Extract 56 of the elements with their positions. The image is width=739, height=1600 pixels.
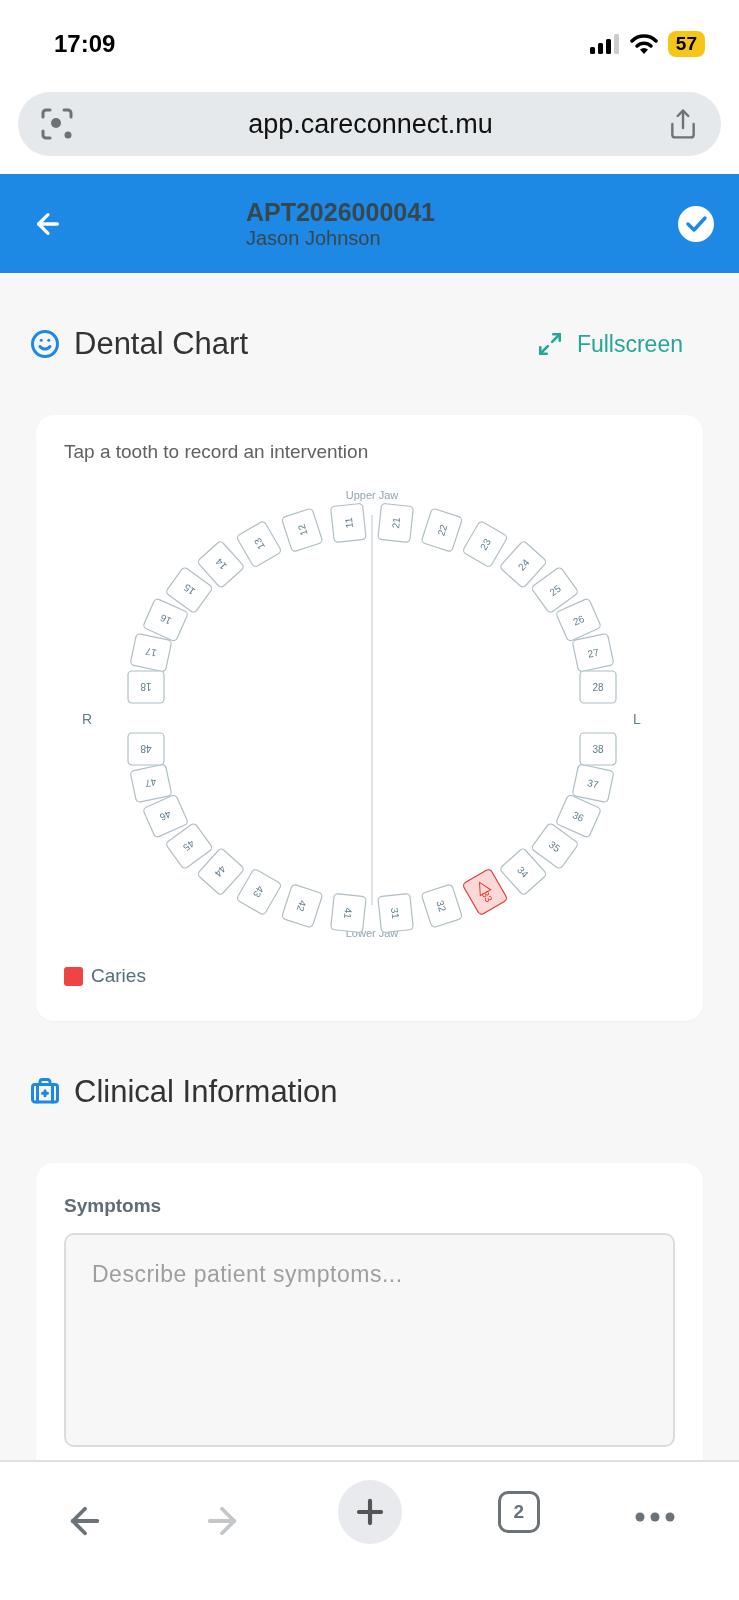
tooth-button[interactable]: 13 <box>235 519 283 569</box>
tab-count-button[interactable]: 2 <box>497 1491 540 1533</box>
tooth-button[interactable]: 11 <box>329 502 367 544</box>
tooth-button[interactable]: 33 <box>461 867 509 917</box>
medical-kit-icon <box>30 1077 60 1107</box>
signal-icon <box>589 34 620 54</box>
status-time: 17:09 <box>54 30 116 58</box>
tooth-button[interactable]: 24 <box>498 539 548 590</box>
tooth-button[interactable]: 28 <box>579 670 617 704</box>
field-label: Symptoms <box>64 1195 163 1217</box>
chart-hint: Tap a tooth to record an intervention <box>64 441 370 463</box>
expand-icon <box>536 331 563 357</box>
tooth-button[interactable]: 26 <box>554 597 602 643</box>
tooth-button[interactable]: 17 <box>129 632 173 673</box>
tooth-button[interactable]: 21 <box>377 502 415 544</box>
tooth-button[interactable]: 15 <box>164 565 214 615</box>
tooth-button[interactable]: 45 <box>164 821 214 871</box>
tooth-button[interactable]: 37 <box>571 763 615 804</box>
section-title: Dental Chart <box>74 326 249 362</box>
tooth-button[interactable]: 18 <box>127 670 165 704</box>
tooth-button[interactable]: 36 <box>554 793 602 839</box>
section-title: Clinical Information <box>74 1074 338 1110</box>
left-side-label: L <box>633 711 641 727</box>
confirm-button[interactable] <box>677 204 715 243</box>
tooth-button[interactable]: 22 <box>420 507 464 553</box>
tooth-button[interactable]: 32 <box>420 883 464 929</box>
address-bar[interactable]: app.careconnect.mu <box>18 92 721 156</box>
upper-jaw-label: Upper Jaw <box>345 489 399 501</box>
tooth-button[interactable]: 23 <box>461 519 509 569</box>
tooth-button[interactable]: 47 <box>129 763 173 804</box>
smiley-icon <box>30 329 60 359</box>
tooth-button[interactable]: 12 <box>280 507 324 553</box>
right-side-label: R <box>81 711 93 727</box>
tooth-button[interactable]: 44 <box>196 846 246 897</box>
symptoms-field[interactable]: Describe patient symptoms... <box>64 1233 675 1447</box>
patient-name: Jason Johnson <box>245 226 381 250</box>
tooth-button[interactable]: 14 <box>196 539 246 590</box>
tooth-button[interactable]: 46 <box>142 793 190 839</box>
url-text: app.careconnect.mu <box>248 108 493 140</box>
tooth-button[interactable]: 16 <box>142 597 190 643</box>
tooth-button[interactable]: 48 <box>127 732 165 766</box>
tooth-button[interactable]: 34 <box>498 846 548 897</box>
tooth-button[interactable]: 42 <box>280 883 324 929</box>
legend-label: Caries <box>91 965 146 987</box>
tooth-button[interactable]: 43 <box>235 867 283 917</box>
tooth-button[interactable]: 25 <box>530 565 580 615</box>
camera-search-icon[interactable] <box>40 107 74 141</box>
fullscreen-button[interactable]: Fullscreen <box>536 330 703 358</box>
appointment-id: APT2026000041 <box>245 197 435 227</box>
tooth-button[interactable]: 38 <box>579 732 617 766</box>
tooth-button[interactable]: 27 <box>571 632 615 673</box>
more-button[interactable] <box>635 1512 676 1522</box>
tooth-button[interactable]: 35 <box>530 821 580 871</box>
more-icon <box>635 1512 676 1522</box>
wifi-icon <box>629 34 658 54</box>
battery-level: 57 <box>667 31 705 57</box>
